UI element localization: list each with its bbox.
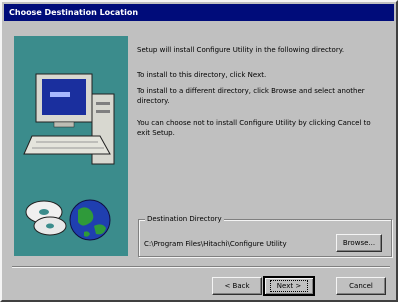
cancel-button[interactable]: Cancel	[336, 277, 386, 295]
window-title: Choose Destination Location	[4, 4, 394, 21]
setup-dialog: Choose Destination Location Setup will i…	[0, 0, 398, 302]
browse-instruction-text: To install to a different directory, cli…	[137, 87, 365, 105]
cancel-button-label: Cancel	[349, 282, 373, 290]
intro-text: Setup will install Configure Utility in …	[137, 46, 345, 54]
cancel-instruction-text: You can choose not to install Configure …	[137, 119, 371, 137]
back-button-label: < Back	[224, 282, 250, 290]
destination-path: C:\Program Files\Hitachi\Configure Utili…	[144, 240, 287, 248]
next-instruction-text: To install to this directory, click Next…	[137, 71, 267, 79]
computer-disk-globe-icon	[23, 73, 115, 241]
destination-directory-label: Destination Directory	[145, 214, 224, 224]
setup-illustration	[14, 36, 128, 256]
browse-button-label: Browse...	[342, 239, 376, 247]
button-separator	[12, 266, 390, 268]
browse-button[interactable]: Browse...	[336, 234, 382, 252]
next-button[interactable]: Next >	[263, 276, 315, 296]
next-button-label: Next >	[269, 280, 309, 292]
back-button[interactable]: < Back	[212, 277, 262, 295]
